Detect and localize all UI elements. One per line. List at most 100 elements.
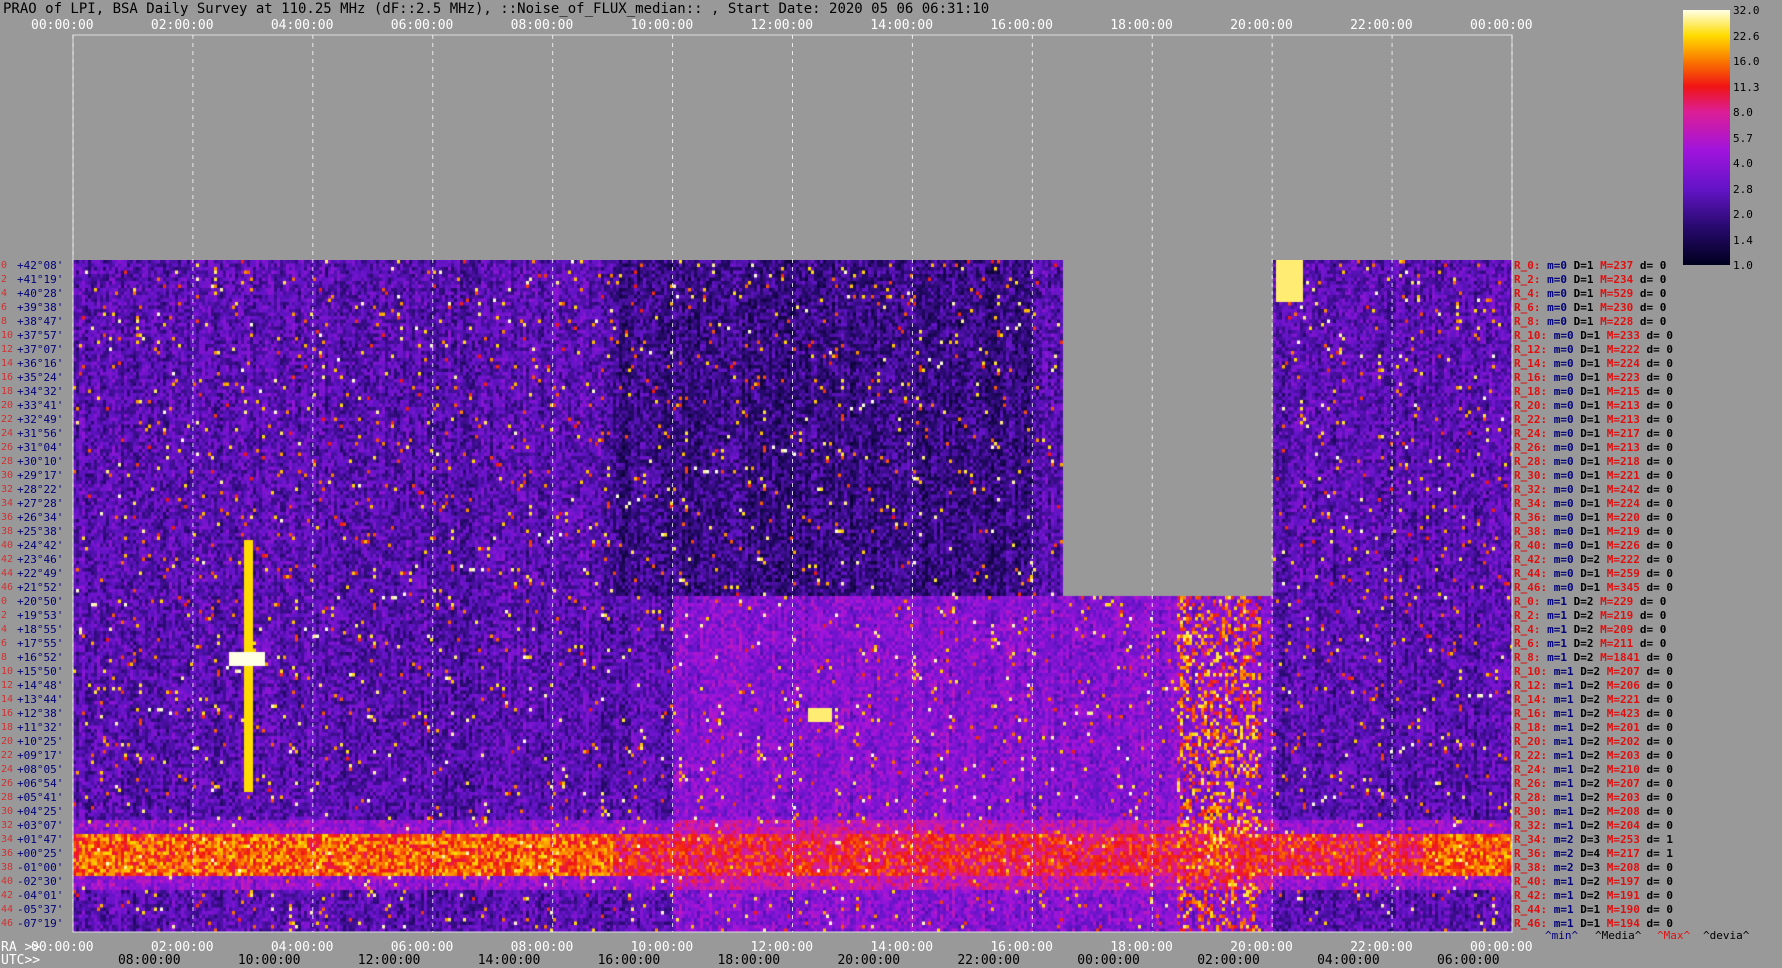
dec-label: +25°38': [17, 525, 64, 538]
row-index: 40: [1, 876, 14, 887]
row-index: 10: [1, 666, 14, 677]
row-stat: R_4: m=0 D=1 M=529 d= 0: [1514, 287, 1667, 300]
row-index: 14: [1, 694, 14, 705]
row-index: 22: [1, 750, 14, 761]
utc-tick: 04:00:00: [1317, 953, 1380, 968]
row-index: 4: [1, 288, 8, 299]
dec-label: +28°22': [17, 483, 64, 496]
top-time-tick: 22:00:00: [1350, 18, 1413, 33]
dec-label: -02°30': [17, 875, 64, 888]
row-stat: R_34: m=0 D=1 M=224 d= 0: [1514, 497, 1673, 510]
dec-label: +22°49': [17, 567, 64, 580]
row-stat: R_32: m=1 D=2 M=204 d= 0: [1514, 819, 1673, 832]
row-stat: R_36: m=2 D=4 M=217 d= 1: [1514, 847, 1673, 860]
top-time-tick: 08:00:00: [510, 18, 574, 33]
row-stat: R_0: m=1 D=2 M=229 d= 0: [1514, 595, 1667, 608]
dec-label: +19°53': [17, 609, 64, 622]
row-stat: R_34: m=2 D=3 M=253 d= 1: [1514, 833, 1673, 846]
dec-label: +08°05': [17, 763, 64, 776]
row-stat: R_46: m=1 D=1 M=194 d= 0: [1514, 917, 1673, 930]
dec-label: +16°52': [17, 651, 64, 664]
dec-label: +31°04': [17, 441, 64, 454]
top-time-tick: 10:00:00: [630, 18, 694, 33]
row-stat: R_2: m=0 D=1 M=234 d= 0: [1514, 273, 1667, 286]
row-index: 20: [1, 736, 14, 747]
row-index: 20: [1, 400, 14, 411]
row-stat: R_30: m=0 D=1 M=221 d= 0: [1514, 469, 1673, 482]
dec-label: +10°25': [17, 735, 64, 748]
row-stat: R_16: m=1 D=2 M=423 d= 0: [1514, 707, 1673, 720]
row-stat: R_12: m=1 D=2 M=206 d= 0: [1514, 679, 1673, 692]
row-index: 40: [1, 540, 14, 551]
row-stat: R_26: m=0 D=1 M=213 d= 0: [1514, 441, 1673, 454]
row-index: 14: [1, 358, 14, 369]
row-index: 12: [1, 344, 14, 355]
colorbar-label: 8.0: [1733, 106, 1753, 119]
row-index: 6: [1, 638, 8, 649]
dec-label: +01°47': [17, 833, 64, 846]
row-stat: R_42: m=1 D=2 M=191 d= 0: [1514, 889, 1673, 902]
utc-tick: 22:00:00: [957, 953, 1020, 968]
row-index: 24: [1, 764, 14, 775]
row-index: 32: [1, 484, 14, 495]
row-stat: R_8: m=1 D=2 M=1841 d= 0: [1514, 651, 1673, 664]
row-stat: R_22: m=1 D=2 M=203 d= 0: [1514, 749, 1673, 762]
colorbar-label: 16.0: [1733, 55, 1760, 68]
row-stat: R_6: m=1 D=2 M=211 d= 0: [1514, 637, 1667, 650]
row-index: 6: [1, 302, 8, 313]
row-index: 16: [1, 708, 14, 719]
row-stat: R_8: m=0 D=1 M=228 d= 0: [1514, 315, 1667, 328]
row-index: 38: [1, 526, 14, 537]
row-index: 0: [1, 260, 8, 271]
row-stat: R_16: m=0 D=1 M=223 d= 0: [1514, 371, 1673, 384]
row-stat: R_32: m=0 D=1 M=242 d= 0: [1514, 483, 1673, 496]
row-stat: R_36: m=0 D=1 M=220 d= 0: [1514, 511, 1673, 524]
row-index: 46: [1, 918, 14, 929]
dec-label: +20°50': [17, 595, 64, 608]
row-index: 22: [1, 414, 14, 425]
dec-label: +13°44': [17, 693, 64, 706]
row-index: 36: [1, 848, 14, 859]
colorbar-label: 2.0: [1733, 208, 1753, 221]
stats-legend-item: ^devia^: [1703, 929, 1750, 942]
row-stat: R_2: m=1 D=2 M=219 d= 0: [1514, 609, 1667, 622]
row-index: 24: [1, 428, 14, 439]
row-stat: R_14: m=0 D=1 M=224 d= 0: [1514, 357, 1673, 370]
row-index: 18: [1, 386, 14, 397]
stats-legend-item: ^min^: [1545, 929, 1579, 942]
row-stat: R_24: m=0 D=1 M=217 d= 0: [1514, 427, 1673, 440]
row-index: 44: [1, 904, 14, 915]
row-stat: R_18: m=1 D=2 M=201 d= 0: [1514, 721, 1673, 734]
row-stat: R_22: m=0 D=1 M=213 d= 0: [1514, 413, 1673, 426]
row-index: 2: [1, 274, 8, 285]
dec-label: +34°32': [17, 385, 64, 398]
row-index: 28: [1, 456, 14, 467]
utc-tick: 20:00:00: [837, 953, 901, 968]
row-stat: R_18: m=0 D=1 M=215 d= 0: [1514, 385, 1673, 398]
dec-label: +30°10': [17, 455, 64, 468]
dec-label: +06°54': [17, 777, 64, 790]
colorbar-label: 1.4: [1733, 233, 1753, 247]
row-index: 28: [1, 792, 14, 803]
top-time-tick: 04:00:00: [270, 18, 334, 33]
dec-label: +29°17': [17, 469, 64, 482]
colorbar-label: 11.3: [1733, 80, 1760, 94]
stats-legend-item: ^Media^: [1595, 929, 1642, 942]
ra-tick: 00:00:00: [31, 940, 94, 955]
row-stat: R_30: m=1 D=2 M=208 d= 0: [1514, 805, 1673, 818]
row-index: 30: [1, 470, 14, 481]
top-time-tick: 00:00:00: [31, 18, 94, 33]
top-time-tick: 20:00:00: [1230, 18, 1293, 33]
dec-label: -07°19': [17, 917, 64, 930]
row-index: 30: [1, 806, 14, 817]
top-time-tick: 06:00:00: [390, 18, 454, 33]
dec-label: +31°56': [17, 427, 64, 440]
row-stat: R_26: m=1 D=2 M=207 d= 0: [1514, 777, 1673, 790]
dec-label: +05°41': [17, 791, 64, 804]
utc-tick: 16:00:00: [597, 953, 661, 968]
row-stat: R_46: m=0 D=1 M=345 d= 0: [1514, 581, 1673, 594]
utc-tick: 08:00:00: [117, 953, 181, 968]
utc-tick: 18:00:00: [717, 953, 781, 968]
dec-label: +38°47': [17, 315, 64, 328]
row-stat: R_42: m=0 D=2 M=222 d= 0: [1514, 553, 1673, 566]
